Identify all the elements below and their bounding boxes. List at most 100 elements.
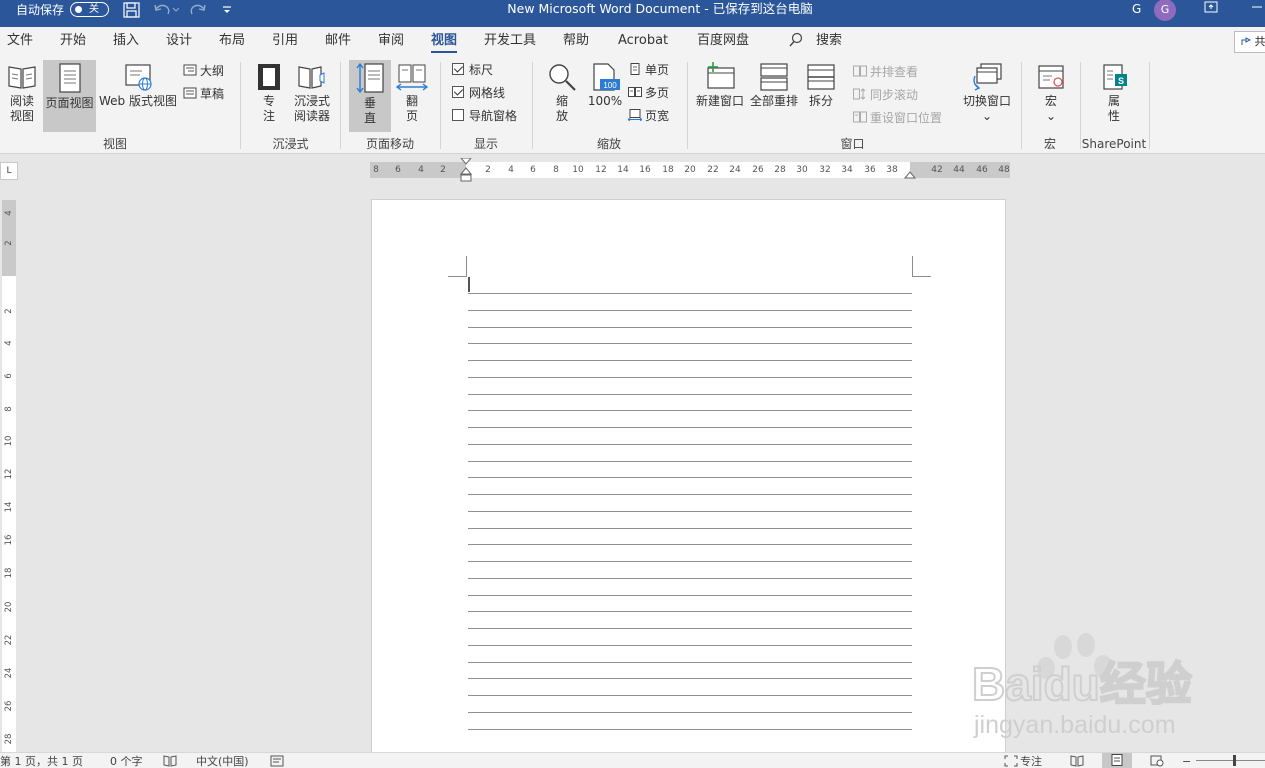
zoom-100-button[interactable]: 100 100% — [585, 62, 625, 122]
ruler-tick: 4 — [508, 165, 514, 175]
show-group-label: 显示 — [473, 137, 498, 151]
macros-button[interactable]: 宏 ⌄ — [1033, 62, 1069, 132]
print-layout-button[interactable]: 页面视图 — [43, 60, 96, 132]
navigation-pane-check-icon — [452, 109, 464, 121]
web-layout-label: Web 版式视图 — [99, 94, 177, 108]
zoom-button[interactable]: 缩 放 — [543, 62, 581, 132]
right-indent-marker-icon[interactable] — [904, 168, 916, 180]
focus-mode-icon[interactable] — [1004, 755, 1018, 768]
zoom-slider[interactable] — [1196, 760, 1265, 761]
read-mode-label: 阅读 视图 — [9, 94, 34, 123]
focus-button[interactable]: 专 注 — [252, 62, 286, 132]
ruler-tick: 6 — [395, 165, 401, 175]
text-cursor — [468, 277, 470, 292]
print-layout-view-icon[interactable] — [1102, 753, 1132, 768]
search-icon[interactable] — [789, 32, 803, 54]
web-layout-view-icon[interactable] — [1150, 755, 1164, 768]
ruler-tick: 26 — [752, 165, 764, 175]
save-icon[interactable] — [123, 2, 140, 21]
accessibility-icon[interactable] — [270, 755, 284, 768]
side-by-side-icon — [853, 65, 867, 77]
navigation-pane-checkbox[interactable]: 导航窗格 — [452, 108, 517, 124]
ruler-checkbox[interactable]: 标尺 — [452, 62, 493, 78]
gridline — [468, 310, 912, 311]
window-group-label: 窗口 — [840, 137, 865, 151]
zoom-slider-thumb[interactable] — [1233, 755, 1236, 766]
tab-baidu-netdisk[interactable]: 百度网盘 — [697, 32, 749, 50]
tab-selector-button[interactable]: L — [0, 162, 18, 180]
vertical-label: 垂 直 — [363, 96, 376, 125]
tab-file[interactable]: 文件 — [7, 32, 33, 50]
side-to-side-button[interactable]: 翻 页 — [394, 62, 430, 132]
avatar[interactable]: G — [1154, 0, 1176, 21]
tab-acrobat[interactable]: Acrobat — [618, 32, 668, 50]
group-divider — [687, 62, 688, 149]
autosave-state: 关 — [89, 4, 99, 15]
multiple-pages-button[interactable]: 多页 — [628, 85, 669, 101]
share-button[interactable]: 共 — [1234, 31, 1265, 53]
word-count[interactable]: 0 个字 — [110, 755, 143, 768]
new-window-button[interactable]: 新建窗口 — [694, 62, 746, 132]
page-width-icon — [628, 109, 642, 121]
tab-layout[interactable]: 布局 — [219, 32, 245, 50]
draft-button[interactable]: 草稿 — [183, 86, 224, 102]
gridlines-checkbox[interactable]: 网格线 — [452, 85, 505, 101]
sync-scroll-icon — [853, 88, 866, 100]
split-button[interactable]: 拆分 — [803, 62, 839, 132]
user-initial: G — [1132, 2, 1142, 16]
baidu-jingyan-watermark: Baidu经验 jingyan.baidu.com — [971, 633, 1193, 739]
group-divider — [440, 62, 441, 149]
tab-view[interactable]: 视图 — [431, 32, 458, 53]
views-group-label: 视图 — [102, 137, 127, 151]
proofing-icon[interactable] — [163, 755, 177, 768]
tab-home[interactable]: 开始 — [60, 32, 86, 50]
vertical-ruler[interactable]: 4 2 2 4 6 8 10 12 14 16 18 20 22 24 26 2… — [2, 200, 16, 752]
vertical-button[interactable]: 垂 直 — [349, 60, 391, 132]
group-divider — [240, 62, 241, 149]
indent-marker-icon[interactable] — [460, 158, 472, 182]
group-divider — [532, 62, 533, 149]
ribbon-display-options-icon[interactable] — [1204, 0, 1218, 20]
read-mode-button[interactable]: 阅读 视图 — [4, 62, 40, 132]
language[interactable]: 中文(中国) — [196, 755, 249, 768]
tab-review[interactable]: 审阅 — [378, 32, 404, 50]
document-page[interactable] — [371, 199, 1006, 759]
print-layout-icon — [58, 63, 81, 93]
ruler-tick: 46 — [976, 165, 988, 175]
properties-icon: S — [1103, 64, 1127, 90]
autosave-toggle[interactable]: 关 — [70, 2, 109, 17]
focus-label[interactable]: 专注 — [1020, 755, 1042, 768]
gridline — [468, 444, 912, 445]
outline-button[interactable]: 大纲 — [183, 63, 224, 79]
horizontal-ruler[interactable]: 8 6 4 2 2 4 6 8 10 12 14 16 18 20 22 24 … — [370, 158, 1010, 182]
group-divider — [340, 62, 341, 149]
tab-mailings[interactable]: 邮件 — [325, 32, 351, 50]
gridline — [468, 662, 912, 663]
customize-toolbar-icon[interactable] — [222, 2, 232, 21]
redo-icon[interactable] — [189, 2, 207, 21]
new-window-label: 新建窗口 — [695, 94, 744, 108]
search-label[interactable]: 搜索 — [816, 32, 842, 50]
properties-button[interactable]: S 属 性 — [1096, 62, 1132, 132]
page-count[interactable]: 第 1 页，共 1 页 — [0, 755, 83, 768]
page-width-button[interactable]: 页宽 — [628, 108, 669, 124]
zoom-out-button[interactable]: − — [1182, 755, 1191, 768]
immersive-reader-button[interactable]: 沉浸式 阅读器 — [291, 62, 333, 132]
web-layout-button[interactable]: Web 版式视图 — [98, 62, 178, 132]
tab-developer[interactable]: 开发工具 — [484, 32, 536, 50]
one-page-button[interactable]: 单页 — [628, 62, 669, 78]
arrange-all-button[interactable]: 全部重排 — [748, 62, 800, 132]
synchronous-scrolling-button[interactable]: 同步滚动 — [853, 87, 918, 103]
minimize-icon[interactable] — [1251, 0, 1263, 20]
tab-design[interactable]: 设计 — [166, 32, 192, 50]
ruler-tick: 20 — [4, 601, 14, 613]
group-divider — [1149, 62, 1150, 149]
read-mode-view-icon[interactable] — [1070, 755, 1084, 768]
tab-insert[interactable]: 插入 — [113, 32, 139, 50]
switch-windows-button[interactable]: 切换窗口 ⌄ — [960, 62, 1014, 132]
view-side-by-side-button[interactable]: 并排查看 — [853, 64, 918, 80]
reset-window-position-button[interactable]: 重设窗口位置 — [853, 110, 942, 126]
tab-help[interactable]: 帮助 — [563, 32, 589, 50]
tab-references[interactable]: 引用 — [272, 32, 298, 50]
undo-icon[interactable] — [153, 2, 180, 21]
